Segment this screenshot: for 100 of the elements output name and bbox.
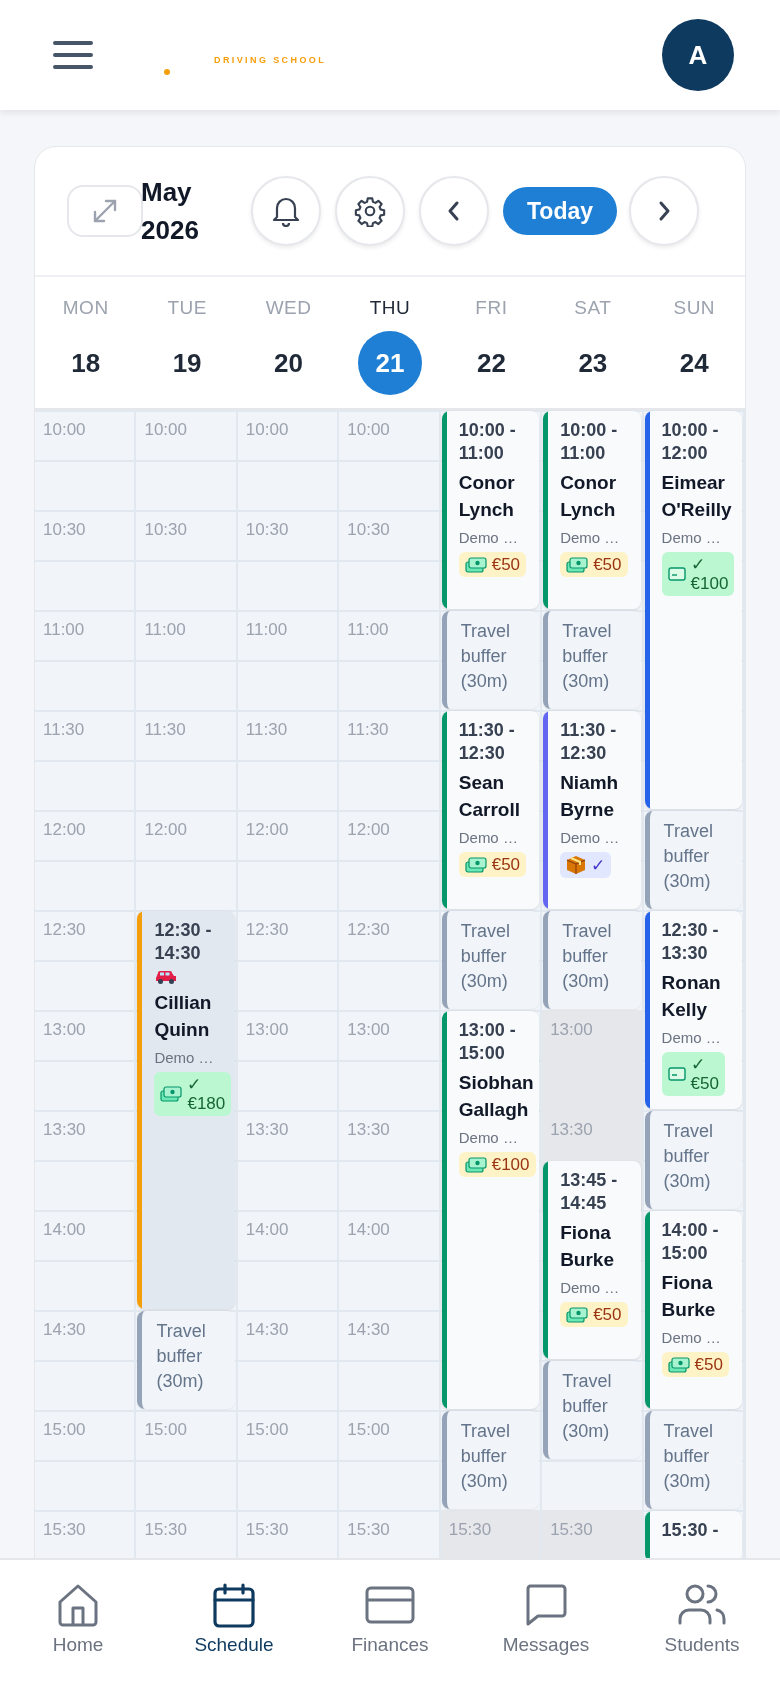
banknote-icon bbox=[667, 1356, 690, 1373]
banknote-icon bbox=[464, 1156, 487, 1173]
time-slot-label: 15:30 bbox=[144, 1520, 187, 1540]
time-slot-label: 10:30 bbox=[245, 520, 289, 540]
travel-buffer[interactable]: Travel buffer (30m) bbox=[644, 1111, 742, 1209]
lesson-time: 11:30 - 12:30 bbox=[458, 719, 516, 765]
day-number[interactable]: 18 bbox=[53, 331, 118, 395]
time-slot-label: 10:00 bbox=[245, 420, 289, 440]
weekday-label: THU bbox=[369, 297, 411, 319]
payment-amount: €50 bbox=[593, 555, 622, 574]
travel-buffer[interactable]: Travel buffer (30m) bbox=[441, 1411, 540, 1509]
lesson-note: Demo … bbox=[661, 529, 721, 546]
time-slot-label: 10:30 bbox=[144, 520, 187, 540]
lesson-time: 13:00 - 15:00 bbox=[458, 1019, 517, 1065]
student-name: Fiona Burke bbox=[661, 1271, 717, 1322]
lesson-card[interactable]: 12:30 - 14:30 Cillian Quinn Demo … ✓ €180 bbox=[137, 911, 235, 1309]
lesson-card[interactable]: 11:30 - 12:30 Sean Carroll Demo … €50 bbox=[441, 711, 540, 909]
banknote-icon bbox=[464, 556, 487, 573]
lesson-note: Demo … bbox=[661, 1029, 721, 1046]
lesson-card[interactable]: 13:45 - 14:45 Fiona Burke Demo … €50 bbox=[543, 1161, 641, 1359]
student-name: Niamh Byrne bbox=[560, 771, 620, 822]
settings-icon bbox=[354, 195, 386, 227]
lesson-card[interactable]: 12:30 - 13:30 Ronan Kelly Demo … ✓ €50 bbox=[644, 911, 742, 1109]
travel-buffer[interactable]: Travel buffer (30m) bbox=[644, 1411, 742, 1509]
student-name: Ronan Kelly bbox=[661, 971, 722, 1022]
lesson-card[interactable]: 14:00 - 15:00 Fiona Burke Demo … €50 bbox=[644, 1211, 742, 1409]
time-slot-label: 13:00 bbox=[43, 1020, 86, 1040]
time-slot-label: 12:30 bbox=[245, 920, 289, 940]
student-name: Fiona Burke bbox=[560, 1221, 615, 1272]
lesson-note: Demo … bbox=[560, 829, 620, 846]
time-slot-label: 11:00 bbox=[144, 620, 186, 640]
day-number[interactable]: 19 bbox=[155, 331, 220, 395]
payment-amount: €50 bbox=[593, 1305, 622, 1324]
logo-tagline: DRIVING SCHOOL bbox=[214, 55, 327, 65]
lesson-time: 11:30 - 12:30 bbox=[560, 719, 618, 765]
payment-amount: €50 bbox=[491, 855, 521, 874]
bell-icon bbox=[271, 195, 301, 227]
time-slot-label: 12:30 bbox=[347, 920, 390, 940]
lesson-card[interactable]: 10:00 - 12:00 Eimear O'Reilly Demo … ✓ €100 bbox=[644, 411, 742, 809]
time-slot-label: 14:30 bbox=[245, 1320, 289, 1340]
card-icon bbox=[667, 1067, 686, 1081]
payment-amount: €100 bbox=[491, 1155, 530, 1174]
lesson-card[interactable]: 11:30 - 12:30 Niamh Byrne Demo … ✓ bbox=[543, 711, 641, 909]
banknote-icon bbox=[566, 1306, 589, 1323]
travel-buffer[interactable]: Travel buffer (30m) bbox=[644, 811, 742, 909]
notifications-button[interactable] bbox=[251, 176, 321, 246]
time-slot-label: 15:00 bbox=[144, 1420, 187, 1440]
weekday-label: FRI bbox=[475, 297, 508, 319]
travel-buffer[interactable]: Travel buffer (30m) bbox=[441, 611, 540, 709]
time-slot-label: 13:30 bbox=[550, 1120, 593, 1140]
travel-buffer[interactable]: Travel buffer (30m) bbox=[441, 911, 540, 1009]
time-slot-label: 14:00 bbox=[43, 1220, 86, 1240]
travel-buffer[interactable]: Travel buffer (30m) bbox=[543, 911, 641, 1009]
nav-tab[interactable]: Students bbox=[624, 1560, 780, 1688]
lesson-note: Demo … bbox=[458, 1129, 518, 1146]
nav-tab[interactable]: Schedule bbox=[156, 1560, 312, 1688]
time-slot-label: 15:00 bbox=[245, 1420, 289, 1440]
nav-tab[interactable]: Finances bbox=[312, 1560, 468, 1688]
time-slot-label: 14:30 bbox=[43, 1320, 86, 1340]
time-slot-label: 13:00 bbox=[347, 1020, 390, 1040]
lesson-time: 15:30 - bbox=[661, 1519, 719, 1542]
travel-buffer[interactable]: Travel buffer (30m) bbox=[543, 611, 641, 709]
settings-button[interactable] bbox=[335, 176, 405, 246]
day-number[interactable]: 24 bbox=[662, 331, 727, 395]
time-slot-label: 12:30 bbox=[43, 920, 86, 940]
today-button[interactable]: Today bbox=[503, 187, 618, 235]
time-slot-label: 13:30 bbox=[245, 1120, 289, 1140]
nav-tab[interactable]: Home bbox=[0, 1560, 156, 1688]
lesson-note: Demo … bbox=[458, 829, 518, 846]
time-slot-label: 10:30 bbox=[347, 520, 390, 540]
lesson-card[interactable]: 15:30 - bbox=[644, 1511, 742, 1558]
student-name: Conor Lynch bbox=[458, 471, 516, 522]
weekday-label: MON bbox=[62, 297, 109, 319]
time-slot-label: 10:30 bbox=[43, 520, 86, 540]
lesson-note: Demo … bbox=[560, 529, 620, 546]
weekday-label: SAT bbox=[574, 297, 612, 319]
time-slot-label: 15:30 bbox=[550, 1520, 593, 1540]
day-number[interactable]: 22 bbox=[459, 331, 524, 395]
banknote-icon bbox=[464, 856, 487, 873]
menu-button[interactable] bbox=[52, 39, 94, 71]
lesson-card[interactable]: 10:00 - 11:00 Conor Lynch Demo … €50 bbox=[543, 411, 641, 609]
time-slot-label: 13:00 bbox=[550, 1020, 593, 1040]
lesson-note: Demo … bbox=[661, 1329, 721, 1346]
student-name: Sean Carroll bbox=[458, 771, 521, 822]
day-number[interactable]: 23 bbox=[560, 331, 625, 395]
payment-amount: €50 bbox=[694, 1355, 723, 1374]
payment-amount: €50 bbox=[690, 1074, 719, 1093]
home-icon bbox=[56, 1582, 100, 1628]
day-number[interactable]: 20 bbox=[256, 331, 321, 395]
time-slot-label: 11:30 bbox=[245, 720, 288, 740]
nav-tab[interactable]: Messages bbox=[468, 1560, 624, 1688]
banknote-icon bbox=[160, 1086, 183, 1102]
day-number[interactable]: 21 bbox=[358, 331, 422, 395]
avatar-button[interactable]: A bbox=[662, 19, 734, 91]
card-icon bbox=[667, 567, 686, 581]
travel-buffer[interactable]: Travel buffer (30m) bbox=[137, 1311, 235, 1409]
travel-buffer[interactable]: Travel buffer (30m) bbox=[543, 1361, 641, 1459]
lesson-card[interactable]: 13:00 - 15:00 Siobhan Gallagh Demo … €100 bbox=[441, 1011, 540, 1409]
paid-check: ✓ bbox=[690, 555, 706, 574]
lesson-card[interactable]: 10:00 - 11:00 Conor Lynch Demo … €50 bbox=[441, 411, 540, 609]
